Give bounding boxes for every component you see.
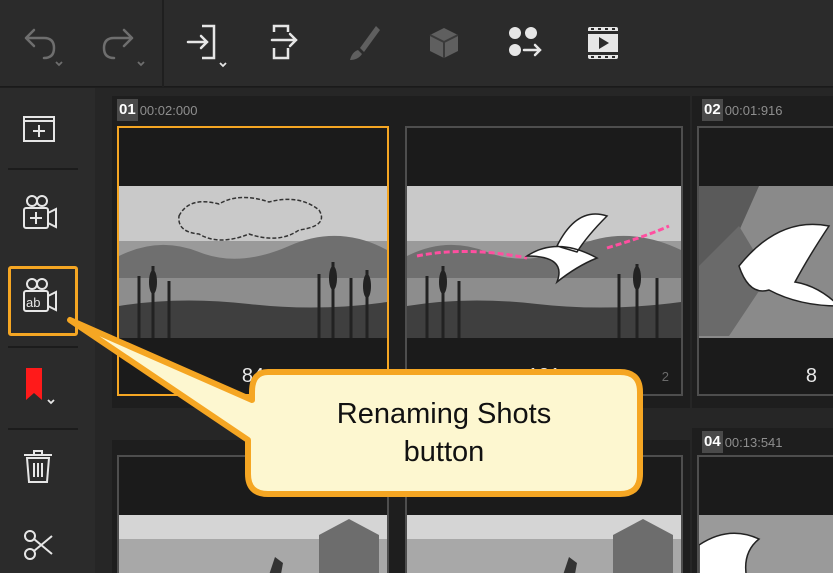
3d-object-icon [429, 28, 459, 58]
brush-button[interactable] [338, 18, 390, 70]
redo-button[interactable] [100, 18, 152, 70]
shot-header[interactable]: 04 00:13:541 [702, 430, 783, 454]
new-panel-button[interactable] [10, 100, 70, 158]
split-button[interactable] [10, 514, 70, 572]
shot-header[interactable]: 01 00:02:000 [117, 98, 198, 122]
sidebar-divider [8, 346, 78, 348]
new-panel-icon [23, 116, 55, 142]
panel-frame-count: 8 [805, 365, 817, 387]
storyboard-panel[interactable]: 8 [697, 126, 833, 396]
puppet-icon [509, 27, 542, 57]
shot-duration: 00:01:916 [724, 102, 783, 118]
play-film-icon [588, 27, 618, 59]
top-toolbar [0, 0, 833, 87]
panel-drawing [119, 515, 387, 573]
delete-button[interactable] [10, 438, 70, 496]
puppet-button[interactable] [498, 18, 550, 70]
toolbar-separator [162, 0, 164, 87]
delete-icon [24, 450, 52, 483]
shot-number: 04 [702, 431, 723, 453]
export-button[interactable] [258, 18, 310, 70]
bookmark-icon [26, 368, 55, 405]
panel-index: 2 [661, 369, 669, 384]
sidebar-divider [8, 168, 78, 170]
import-icon [186, 24, 227, 68]
new-shot-icon [23, 195, 57, 229]
undo-icon [24, 28, 63, 67]
redo-icon [102, 28, 145, 67]
split-icon [24, 530, 53, 560]
panel-drawing [407, 515, 681, 573]
panel-drawing [119, 186, 387, 338]
play-film-button[interactable] [578, 18, 630, 70]
callout-label: Renaming Shots button [336, 398, 552, 468]
undo-button[interactable] [18, 18, 70, 70]
storyboard-panel[interactable] [697, 455, 833, 573]
shot-number: 02 [702, 99, 723, 121]
panel-drawing [407, 186, 681, 338]
shot-number: 01 [117, 99, 138, 121]
export-icon [270, 24, 298, 60]
storyboard-panel[interactable]: 84 1 [117, 126, 389, 396]
panel-drawing [699, 186, 833, 338]
brush-icon [350, 26, 380, 60]
highlight-box [8, 266, 78, 336]
storyboard-panel[interactable]: 121 2 [405, 126, 683, 396]
sidebar-divider [8, 428, 78, 430]
shot-duration: 00:02:000 [139, 102, 198, 118]
3d-object-button[interactable] [418, 18, 470, 70]
import-button[interactable] [180, 18, 232, 70]
new-shot-button[interactable] [10, 184, 70, 242]
shot-header[interactable]: 02 00:01:916 [702, 98, 783, 122]
bookmark-button[interactable] [10, 356, 70, 414]
panel-drawing [699, 515, 833, 573]
shot-duration: 00:13:541 [724, 434, 783, 450]
